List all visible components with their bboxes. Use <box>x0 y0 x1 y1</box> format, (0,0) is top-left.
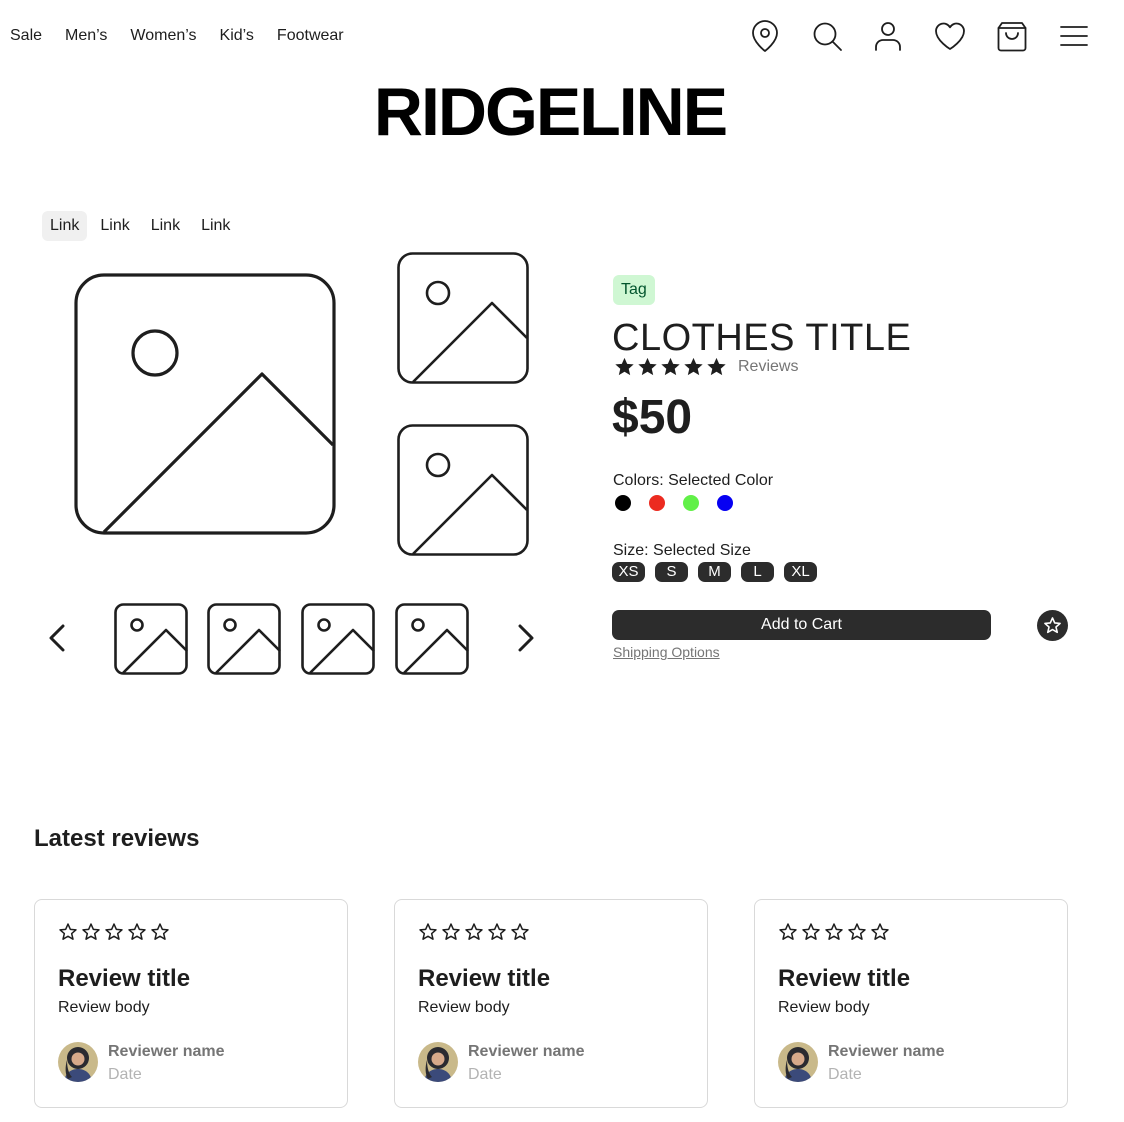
review-card: Review title Review body Reviewer name D… <box>34 899 348 1108</box>
review-body: Review body <box>778 999 870 1016</box>
size-option-m[interactable]: M <box>698 562 731 582</box>
tab-link-2[interactable]: Link <box>92 211 137 241</box>
tab-link-4[interactable]: Link <box>193 211 238 241</box>
thumbnail-1[interactable] <box>114 603 188 675</box>
thumbnail-2[interactable] <box>207 603 281 675</box>
link-tabs: Link Link Link Link <box>42 211 243 241</box>
star-outline-icon <box>58 922 78 942</box>
chevron-right-icon[interactable] <box>510 618 540 658</box>
category-links: Sale Men’s Women’s Kid’s Footwear <box>10 26 344 46</box>
shipping-options-link[interactable]: Shipping Options <box>613 643 720 661</box>
size-option-xs[interactable]: XS <box>612 562 645 582</box>
star-filled-icon <box>659 356 682 378</box>
star-outline-icon <box>801 922 821 942</box>
size-label: Size: Selected Size <box>613 542 751 559</box>
nav-link-mens[interactable]: Men’s <box>65 26 107 46</box>
menu-icon[interactable] <box>1056 18 1092 54</box>
star-outline-icon <box>127 922 147 942</box>
reviewer-name: Reviewer name <box>468 1043 585 1060</box>
review-date: Date <box>108 1066 142 1083</box>
color-swatches <box>615 495 733 511</box>
chevron-left-icon[interactable] <box>43 618 73 658</box>
review-date: Date <box>468 1066 502 1083</box>
review-card: Review title Review body Reviewer name D… <box>394 899 708 1108</box>
product-image-alt-2[interactable] <box>397 424 529 556</box>
reviewer-name: Reviewer name <box>108 1043 225 1060</box>
nav-link-footwear[interactable]: Footwear <box>277 26 344 46</box>
product-rating: Reviews <box>613 356 798 378</box>
star-filled-icon <box>613 356 636 378</box>
product-tag: Tag <box>613 275 655 305</box>
star-outline-icon <box>870 922 890 942</box>
product-title: CLOTHES TITLE <box>612 317 912 359</box>
star-outline-icon <box>510 922 530 942</box>
review-rating <box>778 922 890 942</box>
star-outline-icon <box>150 922 170 942</box>
star-outline-icon <box>824 922 844 942</box>
product-price: $50 <box>612 391 693 444</box>
review-body: Review body <box>418 999 510 1016</box>
star-filled-icon <box>682 356 705 378</box>
thumbnail-3[interactable] <box>301 603 375 675</box>
top-nav: Sale Men’s Women’s Kid’s Footwear <box>0 0 1124 72</box>
nav-link-kids[interactable]: Kid’s <box>220 26 254 46</box>
color-swatch-blue[interactable] <box>717 495 733 511</box>
star-outline-icon <box>487 922 507 942</box>
main-product-image[interactable] <box>74 273 336 535</box>
star-filled-icon <box>636 356 659 378</box>
star-outline-icon <box>441 922 461 942</box>
avatar <box>58 1042 98 1082</box>
color-swatch-black[interactable] <box>615 495 631 511</box>
star-outline-icon <box>778 922 798 942</box>
review-rating <box>418 922 530 942</box>
favorite-button[interactable] <box>1037 610 1068 641</box>
nav-link-womens[interactable]: Women’s <box>130 26 196 46</box>
star-outline-icon <box>847 922 867 942</box>
latest-reviews-heading: Latest reviews <box>34 825 200 852</box>
reviews-link[interactable]: Reviews <box>738 358 798 376</box>
star-outline-icon <box>464 922 484 942</box>
location-pin-icon[interactable] <box>747 18 783 54</box>
color-swatch-green[interactable] <box>683 495 699 511</box>
size-options: XS S M L XL <box>612 562 817 582</box>
brand-logo-text[interactable]: RIDGELINE <box>0 72 1100 152</box>
size-option-xl[interactable]: XL <box>784 562 817 582</box>
thumbnail-4[interactable] <box>395 603 469 675</box>
review-title: Review title <box>58 965 191 992</box>
colors-label: Colors: Selected Color <box>613 472 774 489</box>
shopping-bag-icon[interactable] <box>994 18 1030 54</box>
color-swatch-red[interactable] <box>649 495 665 511</box>
reviewer-name: Reviewer name <box>828 1043 945 1060</box>
avatar <box>778 1042 818 1082</box>
review-title: Review title <box>778 965 911 992</box>
review-date: Date <box>828 1066 862 1083</box>
product-image-alt-1[interactable] <box>397 252 529 384</box>
star-outline-icon <box>418 922 438 942</box>
star-outline-icon <box>104 922 124 942</box>
add-to-cart-button[interactable]: Add to Cart <box>612 610 991 640</box>
search-icon[interactable] <box>809 18 845 54</box>
review-title: Review title <box>418 965 551 992</box>
user-icon[interactable] <box>870 18 906 54</box>
star-outline-icon <box>1044 617 1061 634</box>
size-option-s[interactable]: S <box>655 562 688 582</box>
avatar <box>418 1042 458 1082</box>
heart-icon[interactable] <box>932 18 968 54</box>
tab-link-3[interactable]: Link <box>143 211 188 241</box>
nav-link-sale[interactable]: Sale <box>10 26 42 46</box>
size-option-l[interactable]: L <box>741 562 774 582</box>
review-body: Review body <box>58 999 150 1016</box>
review-card: Review title Review body Reviewer name D… <box>754 899 1068 1108</box>
review-rating <box>58 922 170 942</box>
star-outline-icon <box>81 922 101 942</box>
tab-link-1[interactable]: Link <box>42 211 88 241</box>
star-filled-icon <box>705 356 728 378</box>
